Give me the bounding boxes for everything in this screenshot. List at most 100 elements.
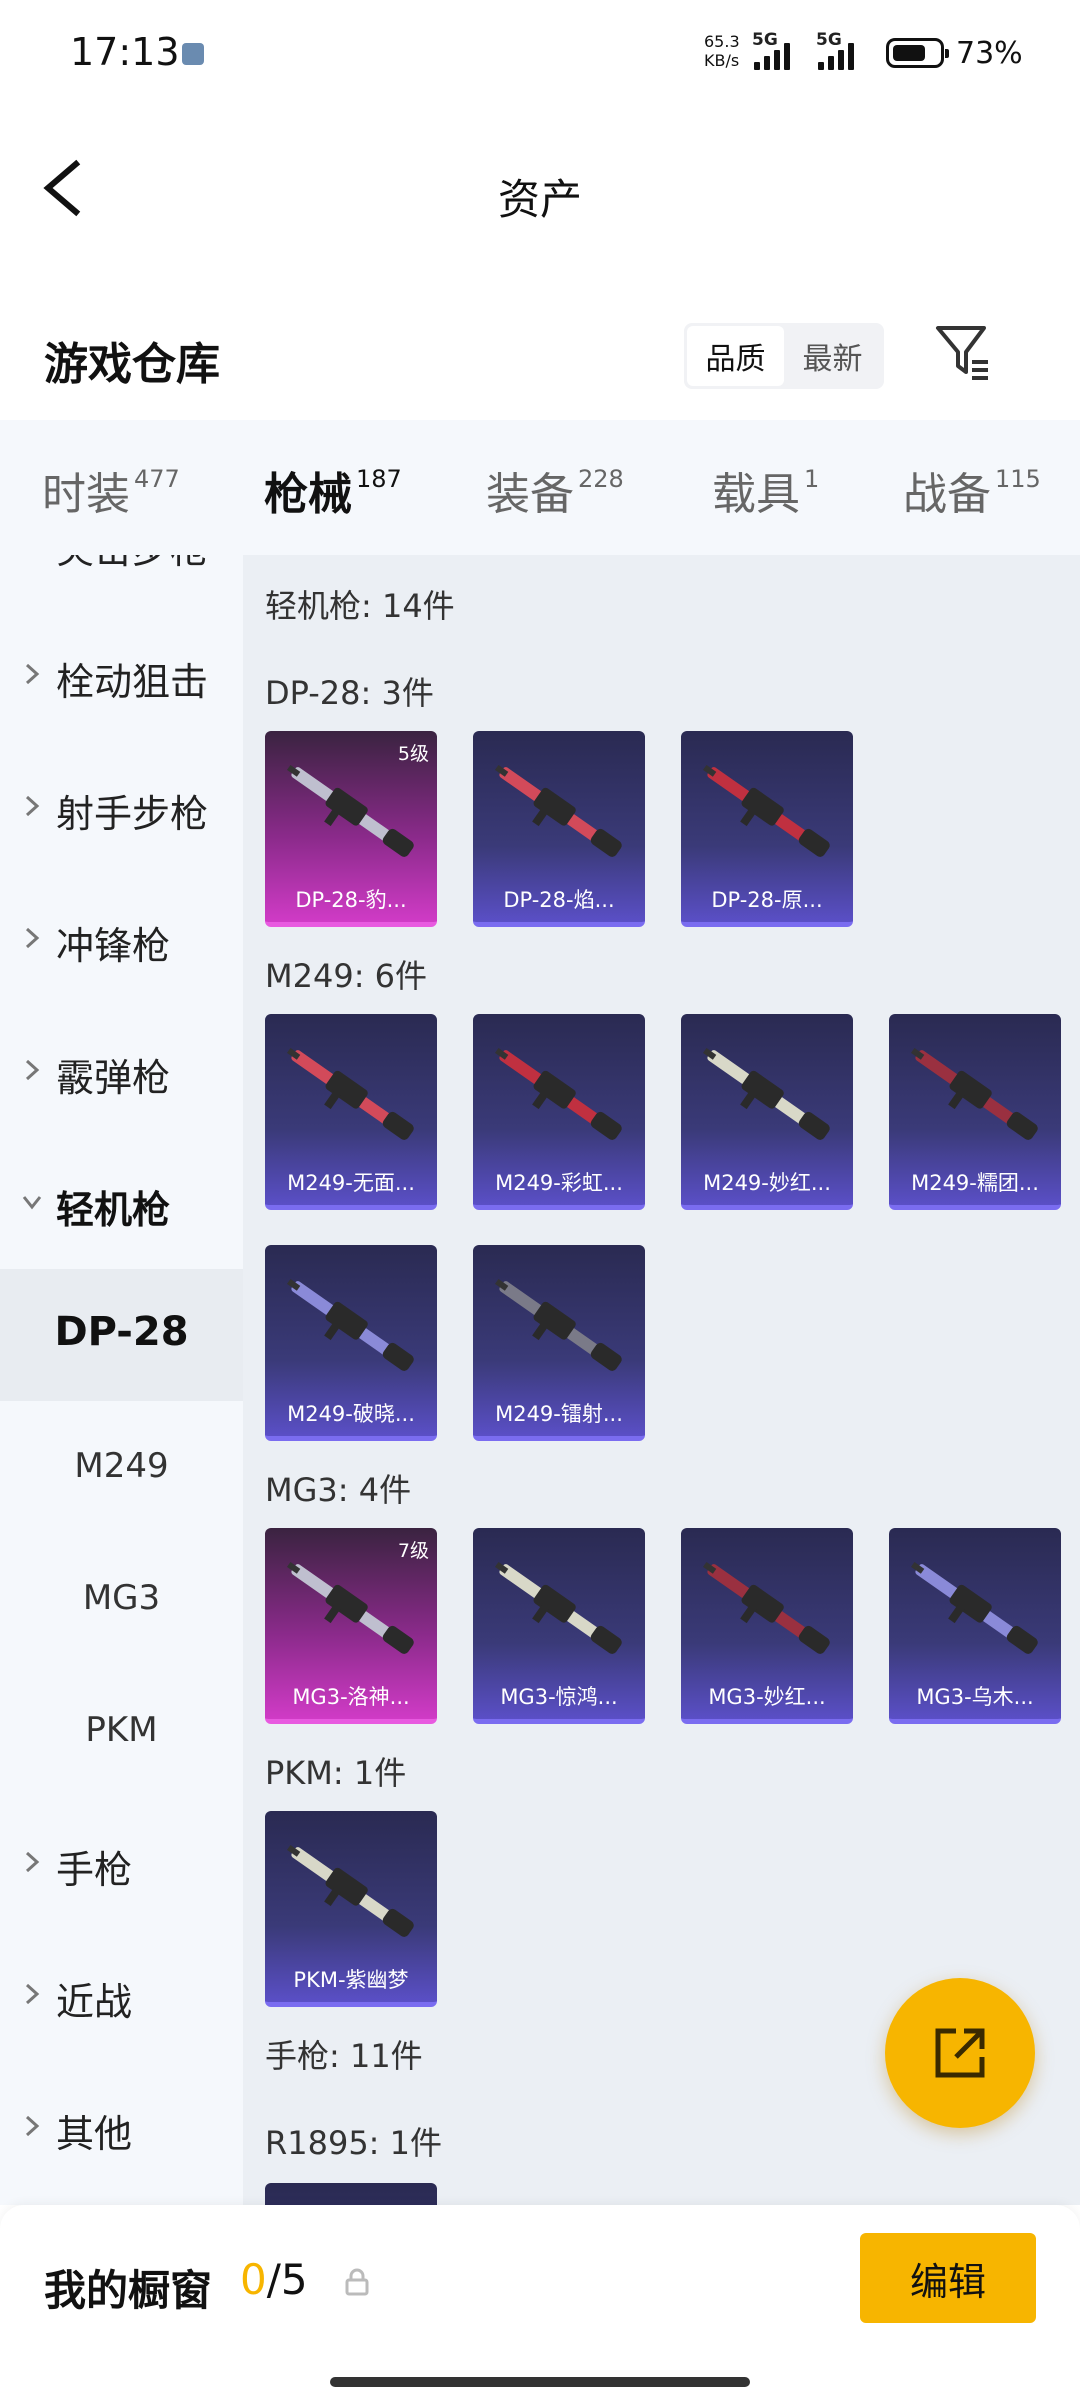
weapon-level-badge: 7级 [397, 1540, 429, 1562]
warehouse-header: 游戏仓库 品质 最新 [0, 268, 1080, 420]
weapon-name: M249-妙红... [703, 1171, 831, 1195]
weapon-card[interactable]: DP-28-焰... [473, 731, 645, 927]
sidebar-item-assault-rifle[interactable]: 突击步枪 [0, 555, 243, 609]
sidebar-item-lmg[interactable]: 轻机枪 [0, 1137, 243, 1269]
weapon-card[interactable]: M249-糯团... [889, 1014, 1061, 1210]
weapon-image [287, 1844, 414, 1937]
weapon-image [495, 1278, 622, 1371]
weapon-name: MG3-洛神... [292, 1685, 410, 1709]
weapon-image [703, 1561, 830, 1654]
group-header: M249: 6件 [265, 957, 428, 995]
chevron-right-icon [25, 1059, 40, 1081]
weapon-card[interactable]: M249-破晓... [265, 1245, 437, 1441]
category-tabs: 时装 477 枪械 187 装备 228 载具 1 战备 115 [0, 420, 1080, 568]
section-header: 轻机枪: 14件 [265, 587, 455, 625]
tab-fashion[interactable]: 时装 477 [42, 458, 180, 522]
sidebar-item-other[interactable]: 其他 [0, 2061, 243, 2193]
chevron-down-icon [22, 1196, 42, 1210]
warehouse-title: 游戏仓库 [44, 339, 220, 390]
weapon-name: M249-破晓... [287, 1402, 415, 1426]
tab-equipment[interactable]: 装备 228 [486, 458, 624, 522]
weapon-card[interactable]: MG3-惊鸿... [473, 1528, 645, 1724]
group-header: MG3: 4件 [265, 1471, 412, 1509]
weapon-image [495, 1561, 622, 1654]
weapon-card[interactable]: MG3-妙红... [681, 1528, 853, 1724]
clock: 17:13 [70, 30, 180, 74]
battery-percent: 73% [956, 36, 1023, 71]
weapon-image [703, 764, 830, 857]
weapon-image [495, 764, 622, 857]
showcase-bar: 我的橱窗 0/5 编辑 [0, 2205, 1080, 2400]
chevron-right-icon [25, 1983, 40, 2005]
weapon-card[interactable]: 5级 DP-28-豹... [265, 731, 437, 927]
weapon-list: 轻机枪: 14件 DP-28: 3件 5级 DP-28-豹... DP-28-焰..… [243, 555, 1080, 2205]
weapon-name: DP-28-豹... [295, 888, 407, 912]
sidebar-item-marksman-rifle[interactable]: 射手步枪 [0, 741, 243, 873]
group-header: R1895: 1件 [265, 2124, 442, 2162]
showcase-title: 我的橱窗 [44, 2266, 213, 2315]
weapon-name: M249-糯团... [911, 1171, 1039, 1195]
nav-bar: 资产 [0, 108, 1080, 268]
weapon-image [911, 1561, 1038, 1654]
weapon-image [287, 1561, 414, 1654]
weapon-card[interactable]: DP-28-原... [681, 731, 853, 927]
chevron-right-icon [25, 663, 40, 685]
group-header: DP-28: 3件 [265, 674, 434, 712]
weapon-name: DP-28-原... [711, 888, 823, 912]
lock-icon [345, 2268, 369, 2296]
notification-icon [182, 43, 204, 65]
edit-button[interactable]: 编辑 [860, 2233, 1036, 2323]
status-bar: 17:13 65.3 KB/s 5G 5G 73% [70, 30, 1023, 74]
weapon-card[interactable]: M249-彩虹... [473, 1014, 645, 1210]
page-title: 资产 [497, 175, 582, 224]
sidebar-item-dp28[interactable]: DP-28 [0, 1269, 243, 1401]
home-indicator [330, 2377, 750, 2387]
weapon-card[interactable]: MG3-乌木... [889, 1528, 1061, 1724]
weapon-name: MG3-惊鸿... [500, 1685, 618, 1709]
sort-newest-button[interactable]: 最新 [784, 326, 881, 386]
tab-supplies[interactable]: 战备 115 [903, 458, 1041, 522]
sidebar-item-bolt-sniper[interactable]: 栓动狙击 [0, 609, 243, 741]
network-speed: 65.3 KB/s [704, 32, 740, 70]
chevron-right-icon [25, 795, 40, 817]
showcase-count: 0/5 [240, 2255, 308, 2304]
filter-icon[interactable] [934, 322, 990, 384]
weapon-image [495, 1047, 622, 1140]
sidebar-item-melee[interactable]: 近战 [0, 1929, 243, 2061]
weapon-type-sidebar: 突击步枪 栓动狙击 射手步枪 冲锋枪 霰弹枪 轻机枪 DP-28 M249 MG… [0, 555, 243, 2205]
weapon-card[interactable]: M249-妙红... [681, 1014, 853, 1210]
tab-vehicles[interactable]: 载具 1 [712, 458, 819, 522]
chevron-right-icon [25, 2115, 40, 2137]
sidebar-item-pkm[interactable]: PKM [0, 1665, 243, 1797]
battery-icon [886, 38, 949, 68]
weapon-name: M249-彩虹... [495, 1171, 623, 1195]
weapon-card[interactable]: PKM-紫幽梦 [265, 1811, 437, 2007]
weapon-image [703, 1047, 830, 1140]
sidebar-item-shotgun[interactable]: 霰弹枪 [0, 1005, 243, 1137]
tab-guns[interactable]: 枪械 187 [264, 458, 402, 568]
weapon-card[interactable]: M249-镭射... [473, 1245, 645, 1441]
weapon-name: DP-28-焰... [503, 888, 615, 912]
weapon-image [911, 1047, 1038, 1140]
weapon-card[interactable]: M249-无面... [265, 1014, 437, 1210]
share-icon [935, 2028, 985, 2078]
weapon-image [287, 1278, 414, 1371]
weapon-card[interactable]: 7级 MG3-洛神... [265, 1528, 437, 1724]
weapon-card[interactable] [265, 2183, 437, 2205]
weapon-name: M249-无面... [287, 1171, 415, 1195]
sidebar-item-smg[interactable]: 冲锋枪 [0, 873, 243, 1005]
weapon-image [287, 1047, 414, 1140]
sort-toggle: 品质 最新 [684, 323, 884, 389]
weapon-level-badge: 5级 [397, 743, 429, 765]
sidebar-item-m249[interactable]: M249 [0, 1401, 243, 1533]
weapon-name: PKM-紫幽梦 [293, 1968, 409, 1992]
sort-quality-button[interactable]: 品质 [687, 326, 784, 386]
sidebar-item-pistol[interactable]: 手枪 [0, 1797, 243, 1929]
sidebar-item-mg3[interactable]: MG3 [0, 1533, 243, 1665]
chevron-right-icon [25, 927, 40, 949]
share-button[interactable] [885, 1978, 1035, 2128]
weapon-image [287, 764, 414, 857]
section-header: 手枪: 11件 [265, 2037, 423, 2075]
chevron-right-icon [25, 1851, 40, 1873]
weapon-name: M249-镭射... [495, 1402, 623, 1426]
